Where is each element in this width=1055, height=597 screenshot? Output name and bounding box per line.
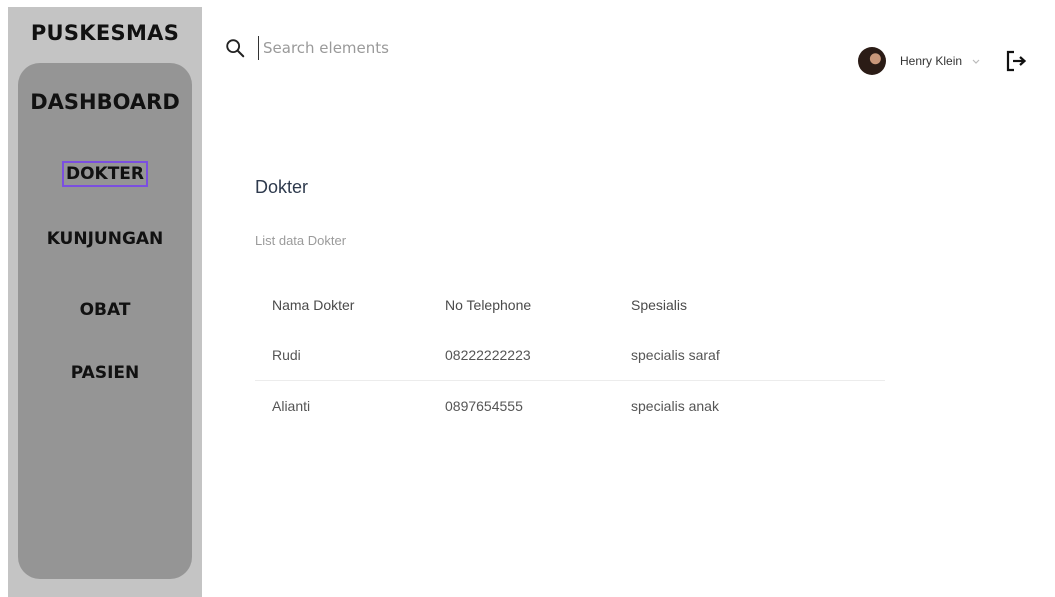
cell-nama: Rudi xyxy=(272,347,301,363)
chevron-down-icon[interactable] xyxy=(971,56,981,66)
user-menu[interactable]: Henry Klein xyxy=(858,46,981,76)
column-header-spesialis: Spesialis xyxy=(631,297,688,313)
nav-item-kunjungan[interactable]: KUNJUNGAN xyxy=(18,228,192,250)
nav-item-dokter[interactable]: DOKTER xyxy=(18,161,192,187)
page-title: Dokter xyxy=(255,177,309,197)
user-name: Henry Klein xyxy=(900,54,963,68)
cell-telephone: 0897654555 xyxy=(445,398,523,414)
brand-title: PUSKESMAS xyxy=(30,21,180,45)
table-row[interactable]: Alianti 0897654555 specialis anak xyxy=(255,381,885,432)
cell-spesialis: specialis anak xyxy=(631,398,719,414)
nav-item-obat[interactable]: OBAT xyxy=(18,299,192,321)
nav-item-label: OBAT xyxy=(79,300,131,320)
search-icon[interactable] xyxy=(224,37,246,59)
nav-item-label: KUNJUNGAN xyxy=(46,229,164,249)
logout-icon[interactable] xyxy=(1004,49,1028,73)
table-row[interactable]: Rudi 08222222223 specialis saraf xyxy=(255,330,885,381)
column-header-nama: Nama Dokter xyxy=(272,297,355,313)
search-input[interactable] xyxy=(258,36,563,60)
avatar[interactable] xyxy=(858,47,886,75)
table-header-row: Nama Dokter No Telephone Spesialis xyxy=(255,280,885,330)
dokter-table: Nama Dokter No Telephone Spesialis Rudi … xyxy=(255,280,885,431)
nav-panel: DASHBOARD DOKTER KUNJUNGAN OBAT PASIEN xyxy=(18,63,192,579)
app-window: PUSKESMAS DASHBOARD DOKTER KUNJUNGAN OBA… xyxy=(0,0,1055,597)
cell-telephone: 08222222223 xyxy=(445,347,531,363)
cell-nama: Alianti xyxy=(272,398,311,414)
sidebar: PUSKESMAS DASHBOARD DOKTER KUNJUNGAN OBA… xyxy=(8,7,202,597)
page-subtitle: List data Dokter xyxy=(255,233,347,248)
nav-item-label: PASIEN xyxy=(70,363,140,383)
nav-dashboard[interactable]: DASHBOARD xyxy=(18,90,192,114)
nav-item-pasien[interactable]: PASIEN xyxy=(18,362,192,384)
nav-item-label: DOKTER xyxy=(61,161,149,187)
column-header-telephone: No Telephone xyxy=(445,297,532,313)
cell-spesialis: specialis saraf xyxy=(631,347,720,363)
